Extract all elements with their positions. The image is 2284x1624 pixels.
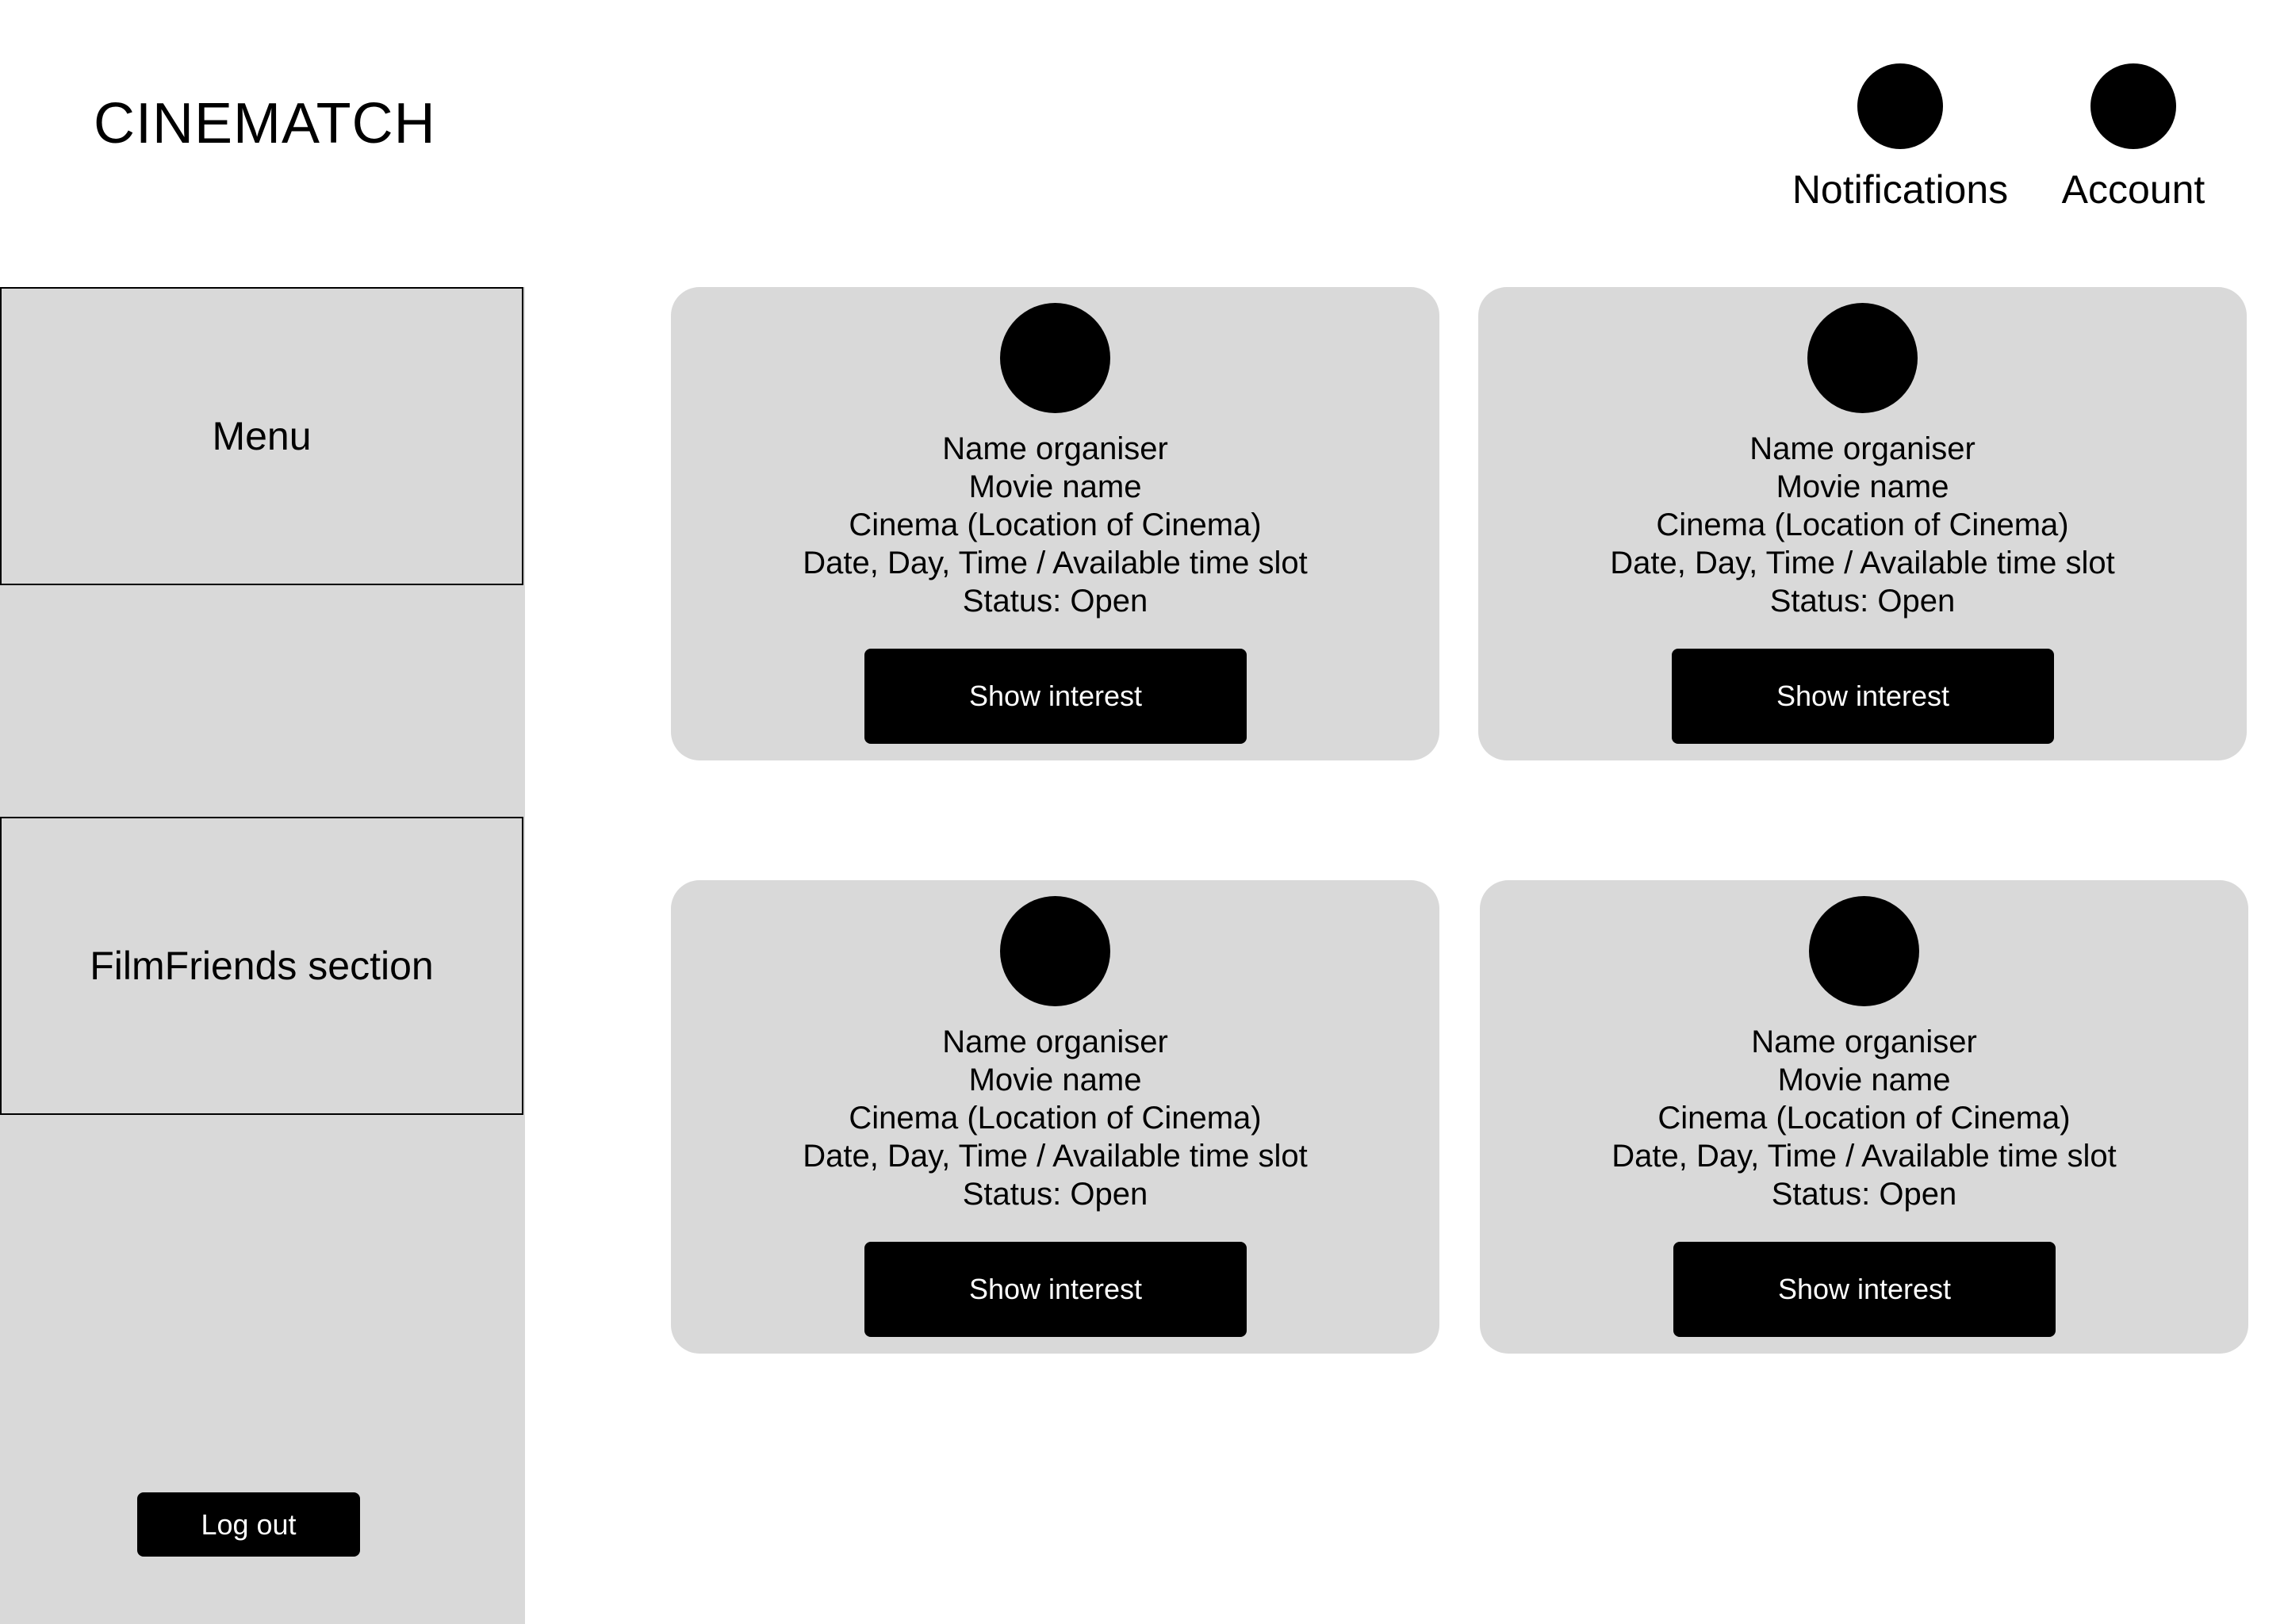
cinema-location: Cinema (Location of Cinema) [1657, 1101, 2071, 1136]
show-interest-button[interactable]: Show interest [864, 1242, 1247, 1337]
event-status: Status: Open [962, 584, 1148, 619]
organiser-avatar [1000, 896, 1110, 1006]
event-card: Name organiser Movie name Cinema (Locati… [671, 880, 1439, 1354]
show-interest-button[interactable]: Show interest [1673, 1242, 2056, 1337]
movie-name: Movie name [968, 469, 1142, 504]
movie-name: Movie name [1776, 469, 1949, 504]
event-details: Name organiser Movie name Cinema (Locati… [1480, 1023, 2248, 1213]
event-card: Name organiser Movie name Cinema (Locati… [671, 287, 1439, 760]
organiser-name: Name organiser [942, 431, 1168, 466]
account-icon[interactable] [2090, 63, 2176, 149]
show-interest-button[interactable]: Show interest [1672, 649, 2054, 744]
notifications-button[interactable]: Notifications [1781, 63, 2019, 214]
movie-name: Movie name [968, 1063, 1142, 1097]
app-title: CINEMATCH [94, 92, 436, 155]
organiser-avatar [1809, 896, 1919, 1006]
cinema-location: Cinema (Location of Cinema) [849, 1101, 1262, 1136]
event-status: Status: Open [1769, 584, 1956, 619]
event-details: Name organiser Movie name Cinema (Locati… [671, 430, 1439, 620]
organiser-name: Name organiser [1751, 1025, 1977, 1059]
account-button[interactable]: Account [2014, 63, 2252, 214]
event-details: Name organiser Movie name Cinema (Locati… [1478, 430, 2247, 620]
cinema-location: Cinema (Location of Cinema) [849, 508, 1262, 542]
event-status: Status: Open [1771, 1177, 1957, 1212]
organiser-avatar [1000, 303, 1110, 413]
show-interest-button[interactable]: Show interest [864, 649, 1247, 744]
event-datetime: Date, Day, Time / Available time slot [1611, 1139, 2117, 1174]
notifications-icon[interactable] [1857, 63, 1943, 149]
logout-button[interactable]: Log out [137, 1492, 360, 1557]
event-card: Name organiser Movie name Cinema (Locati… [1480, 880, 2248, 1354]
sidebar-filmfriends-section[interactable]: FilmFriends section [0, 817, 523, 1115]
event-datetime: Date, Day, Time / Available time slot [803, 546, 1308, 580]
cinema-location: Cinema (Location of Cinema) [1656, 508, 2069, 542]
event-status: Status: Open [962, 1177, 1148, 1212]
logout-label: Log out [201, 1507, 297, 1541]
event-datetime: Date, Day, Time / Available time slot [803, 1139, 1308, 1174]
sidebar-menu[interactable]: Menu [0, 287, 523, 585]
movie-name: Movie name [1777, 1063, 1951, 1097]
account-label[interactable]: Account [2014, 165, 2252, 214]
organiser-avatar [1807, 303, 1918, 413]
organiser-name: Name organiser [1749, 431, 1976, 466]
event-details: Name organiser Movie name Cinema (Locati… [671, 1023, 1439, 1213]
notifications-label[interactable]: Notifications [1781, 165, 2019, 214]
sidebar-filmfriends-label: FilmFriends section [90, 944, 434, 988]
event-card: Name organiser Movie name Cinema (Locati… [1478, 287, 2247, 760]
organiser-name: Name organiser [942, 1025, 1168, 1059]
event-datetime: Date, Day, Time / Available time slot [1610, 546, 2115, 580]
sidebar-menu-label: Menu [212, 414, 312, 458]
sidebar: Menu FilmFriends section Log out [0, 287, 525, 1624]
